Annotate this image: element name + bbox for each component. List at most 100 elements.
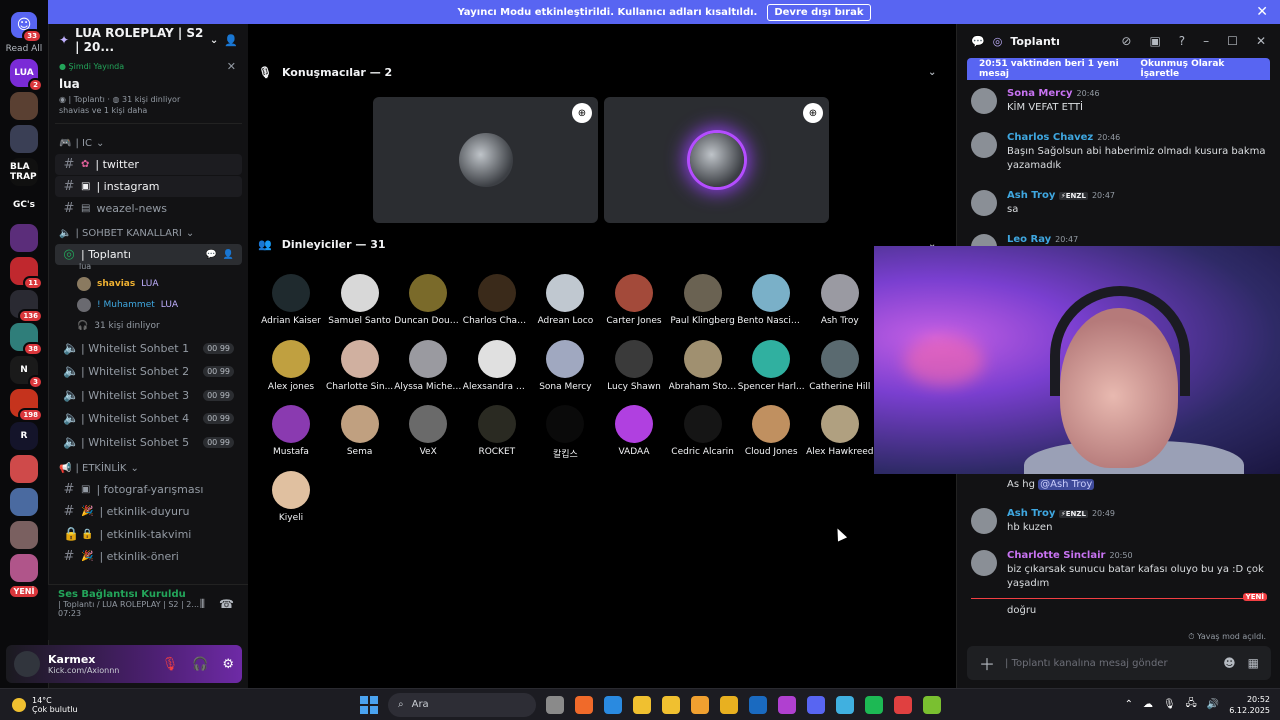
chat-message[interactable]: As hg @Ash Troy — [971, 476, 1271, 492]
chat-message[interactable]: Sona Mercy 20:46 KİM VEFAT ETTİ — [971, 88, 1271, 115]
taskbar-app-icon[interactable] — [778, 695, 796, 714]
server-icon[interactable]: 11 — [10, 257, 43, 290]
clock[interactable]: 20:52 6.12.2025 — [1229, 694, 1270, 716]
message-author[interactable]: Charlos Chavez 20:46 — [1007, 132, 1271, 143]
server-icon[interactable] — [10, 125, 38, 153]
server-icon[interactable]: 198 — [10, 389, 43, 422]
channel-etkinlik[interactable]: # 🎉 | etkinlik-duyuru — [55, 501, 242, 523]
chat-message[interactable]: doğru — [971, 602, 1271, 618]
help-icon[interactable]: ? — [1179, 34, 1185, 48]
more-icon[interactable]: ⊕ — [572, 103, 592, 123]
noise-suppression-icon[interactable]: ⦀ — [200, 597, 205, 612]
chat-message[interactable]: Ash Troy ⚡ENZL 20:49 hb kuzen — [971, 508, 1271, 535]
listener[interactable]: Sema — [326, 405, 394, 457]
disable-streamer-mode-button[interactable]: Devre dışı bırak — [767, 3, 871, 21]
listener[interactable]: Sona Mercy — [531, 339, 599, 392]
add-member-icon[interactable]: 👤 — [224, 34, 238, 47]
server-icon[interactable]: N3 — [10, 356, 43, 389]
listener[interactable]: Cloud Jones — [737, 405, 805, 457]
category-ic[interactable]: 🎮 | IC ⌄ — [49, 130, 248, 153]
server-icon[interactable] — [10, 521, 38, 549]
listener[interactable]: Alyssa Michel... — [394, 339, 462, 392]
mark-read-button[interactable]: Okunmuş Olarak İşaretle — [1140, 59, 1258, 79]
speaker-tile[interactable]: ⊕ — [373, 97, 598, 223]
close-icon[interactable]: ✕ — [227, 60, 236, 73]
gear-icon[interactable]: ⚙ — [222, 657, 234, 672]
voice-channel-whitelist[interactable]: 🔈 | Whitelist Sohbet 1 00 99 — [55, 337, 242, 360]
category-sohbet[interactable]: 🔈 | SOHBET KANALLARI ⌄ — [49, 220, 248, 243]
listener[interactable]: VeX — [394, 405, 462, 457]
add-user-icon[interactable]: 👤 — [223, 250, 234, 260]
close-icon[interactable]: ✕ — [1256, 4, 1268, 20]
listener[interactable]: Charlos Chavez — [463, 274, 531, 326]
emoji-icon[interactable]: ☻ — [1223, 656, 1236, 670]
message-author[interactable]: Ash Troy ⚡ENZL 20:47 — [1007, 190, 1115, 201]
server-icon[interactable]: LUA 2 — [10, 59, 43, 92]
chevron-down-icon[interactable]: ⌄ — [928, 67, 936, 78]
chat-message[interactable]: Charlotte Sinclair 20:50 biz çıkarsak sunu… — [971, 550, 1271, 591]
weather-widget[interactable]: 14°C Çok bulutlu — [0, 696, 360, 714]
server-icon[interactable] — [10, 488, 38, 516]
taskbar-app-icon[interactable] — [749, 695, 767, 714]
channel-etkinlik[interactable]: 🔒 🔒 | etkinlik-takvimi — [55, 524, 242, 546]
taskbar-app-icon[interactable] — [894, 695, 912, 714]
taskbar-search[interactable]: ⌕ Ara — [388, 692, 536, 717]
server-icon[interactable]: GC's — [10, 191, 38, 219]
server-icon[interactable] — [10, 455, 38, 483]
listener[interactable]: ROCKET — [463, 405, 531, 457]
more-icon[interactable]: ⊕ — [803, 103, 823, 123]
listener[interactable]: Bento Nascim... — [737, 274, 805, 326]
chevron-down-icon[interactable]: ⌄ — [210, 35, 218, 46]
server-icon[interactable] — [10, 554, 38, 582]
read-all-button[interactable]: Read All — [6, 44, 43, 54]
popout-icon[interactable]: ▣ — [1149, 34, 1160, 48]
taskbar-app-icon[interactable] — [546, 695, 564, 714]
listener[interactable]: Alex jones — [257, 339, 325, 392]
server-icon[interactable]: 38 — [10, 323, 43, 356]
channel-weazel-news[interactable]: # ▤ weazel-news — [55, 198, 242, 219]
volume-icon[interactable]: 🔊 — [1207, 699, 1219, 710]
mention[interactable]: @Ash Troy — [1038, 479, 1095, 490]
message-author[interactable]: Ash Troy ⚡ENZL 20:49 — [1007, 508, 1115, 519]
live-stream-card[interactable]: ● Şimdi Yayında ✕ lua ◉ | Toplantı · ◍ 3… — [55, 58, 242, 124]
taskbar-app-icon[interactable] — [662, 695, 680, 714]
listener[interactable]: Kiyeli — [257, 470, 325, 523]
server-icon[interactable]: 136 — [10, 290, 43, 323]
message-author[interactable]: Charlotte Sinclair 20:50 — [1007, 550, 1271, 561]
message-input[interactable]: | Toplantı kanalına mesaj gönder — [1005, 658, 1168, 669]
windows-start-icon[interactable] — [360, 695, 378, 714]
channel-etkinlik[interactable]: # 🎉 | etkinlik-öneri — [55, 546, 242, 568]
plus-icon[interactable]: ＋ — [979, 651, 995, 675]
category-etkinlik[interactable]: 📢 | ETKİNLİK ⌄ — [49, 455, 248, 478]
voice-channel-whitelist[interactable]: 🔈 | Whitelist Sohbet 5 00 99 — [55, 431, 242, 454]
server-icon[interactable] — [10, 224, 38, 252]
speaker-tile[interactable]: ⊕ — [604, 97, 829, 223]
chat-message[interactable]: Charlos Chavez 20:46 Başın Sağolsun abi ha… — [971, 132, 1271, 173]
chat-bubble-icon[interactable]: 💬 — [206, 250, 217, 260]
microphone-muted-icon[interactable]: 🎙 — [162, 657, 179, 672]
voice-user[interactable]: ! Muhammet LUA — [77, 294, 242, 315]
listener[interactable]: Alex Hawkreed — [806, 405, 874, 457]
direct-messages-button[interactable]: ☺ 33 — [11, 12, 42, 43]
server-icon[interactable]: BLA TRAP — [10, 158, 38, 186]
listener[interactable]: Adrian Kaiser — [257, 274, 325, 326]
hide-icon[interactable]: ⊘ — [1121, 34, 1131, 48]
taskbar-app-icon[interactable] — [633, 695, 651, 714]
listener[interactable]: Carter Jones — [600, 274, 668, 326]
channel-etkinlik[interactable]: # ▣ | fotograf-yarışması — [55, 479, 242, 501]
server-icon[interactable] — [10, 92, 38, 120]
voice-channel-whitelist[interactable]: 🔈 | Whitelist Sohbet 4 00 99 — [55, 408, 242, 431]
listener[interactable]: Alexsandra Mi... — [463, 339, 531, 392]
listener[interactable]: Duncan Dougl... — [394, 274, 462, 326]
listener[interactable]: Catherine Hill — [806, 339, 874, 392]
microphone-icon[interactable]: 🎙 — [1163, 699, 1176, 710]
headphones-icon[interactable]: 🎧 — [192, 657, 208, 672]
chat-message[interactable]: Ash Troy ⚡ENZL 20:47 sa — [971, 190, 1271, 217]
listener[interactable]: Lucy Shawn — [600, 339, 668, 392]
close-icon[interactable]: ✕ — [1256, 34, 1266, 48]
taskbar-app-icon[interactable] — [836, 695, 854, 714]
voice-channel-whitelist[interactable]: 🔈 | Whitelist Sohbet 2 00 99 — [55, 361, 242, 384]
listener[interactable]: Samuel Santo — [326, 274, 394, 326]
message-author[interactable]: Sona Mercy 20:46 — [1007, 88, 1100, 99]
listener[interactable]: Cedric Alcarin — [669, 405, 737, 457]
